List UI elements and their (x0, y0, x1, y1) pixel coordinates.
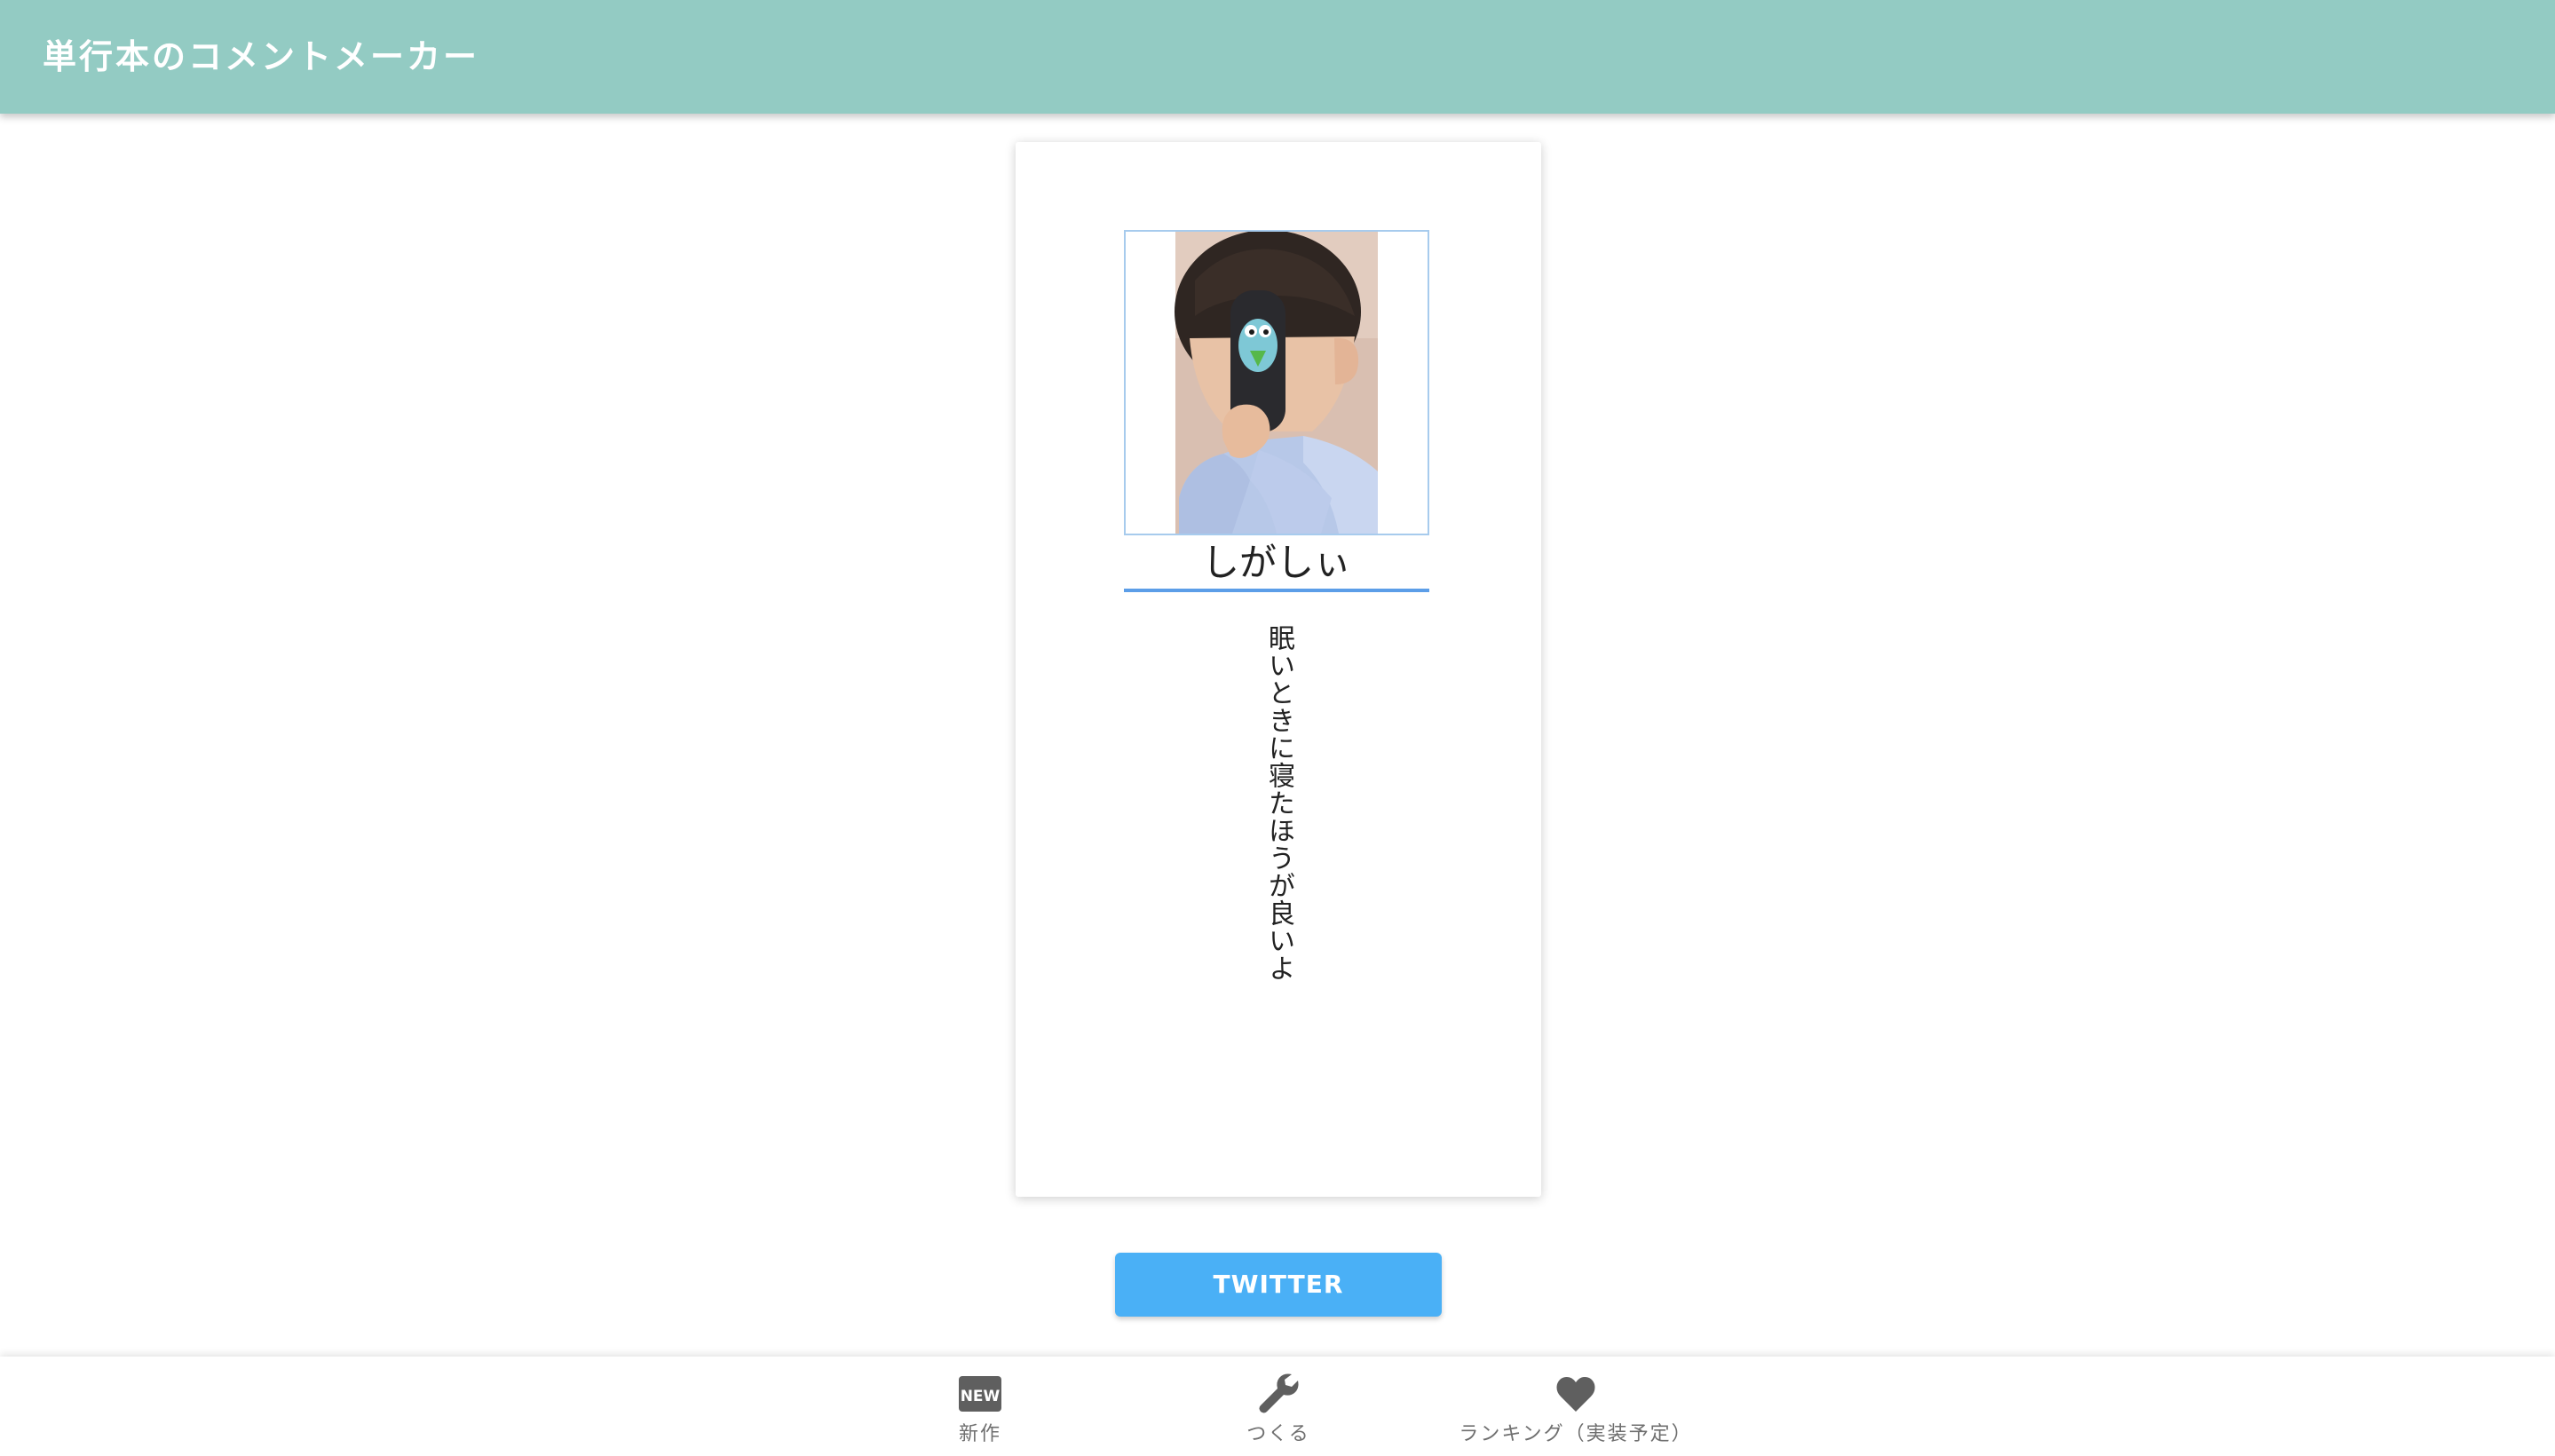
new-badge-icon: NEW (955, 1369, 1005, 1419)
nav-label-make: つくる (1246, 1423, 1310, 1445)
bottom-navigation: NEW 新作 つくる ランキング（実装予定） (0, 1357, 2555, 1456)
nav-item-make[interactable]: つくる (1190, 1357, 1367, 1456)
nav-label-ranking: ランキング（実装予定） (1459, 1423, 1693, 1445)
nav-item-ranking[interactable]: ランキング（実装予定） (1420, 1357, 1731, 1456)
app-title: 単行本のコメントメーカー (43, 37, 480, 76)
profile-photo-image (1126, 232, 1428, 534)
nav-label-new: 新作 (958, 1423, 1001, 1445)
comment-card: しがしぃ 眠いときに寝たほうが良いよ (1016, 142, 1541, 1197)
twitter-button[interactable]: TWITTER (1115, 1253, 1442, 1317)
heart-icon (1551, 1369, 1601, 1419)
name-text: しがしぃ (1201, 541, 1351, 584)
name-field[interactable]: しがしぃ (1124, 539, 1429, 592)
app-bar: 単行本のコメントメーカー (0, 0, 2555, 114)
nav-item-new[interactable]: NEW 新作 (891, 1357, 1069, 1456)
wrench-icon (1254, 1369, 1303, 1419)
svg-text:NEW: NEW (961, 1388, 1001, 1405)
profile-photo[interactable] (1124, 230, 1429, 535)
comment-text[interactable]: 眠いときに寝たほうが良いよ (1254, 624, 1303, 1015)
